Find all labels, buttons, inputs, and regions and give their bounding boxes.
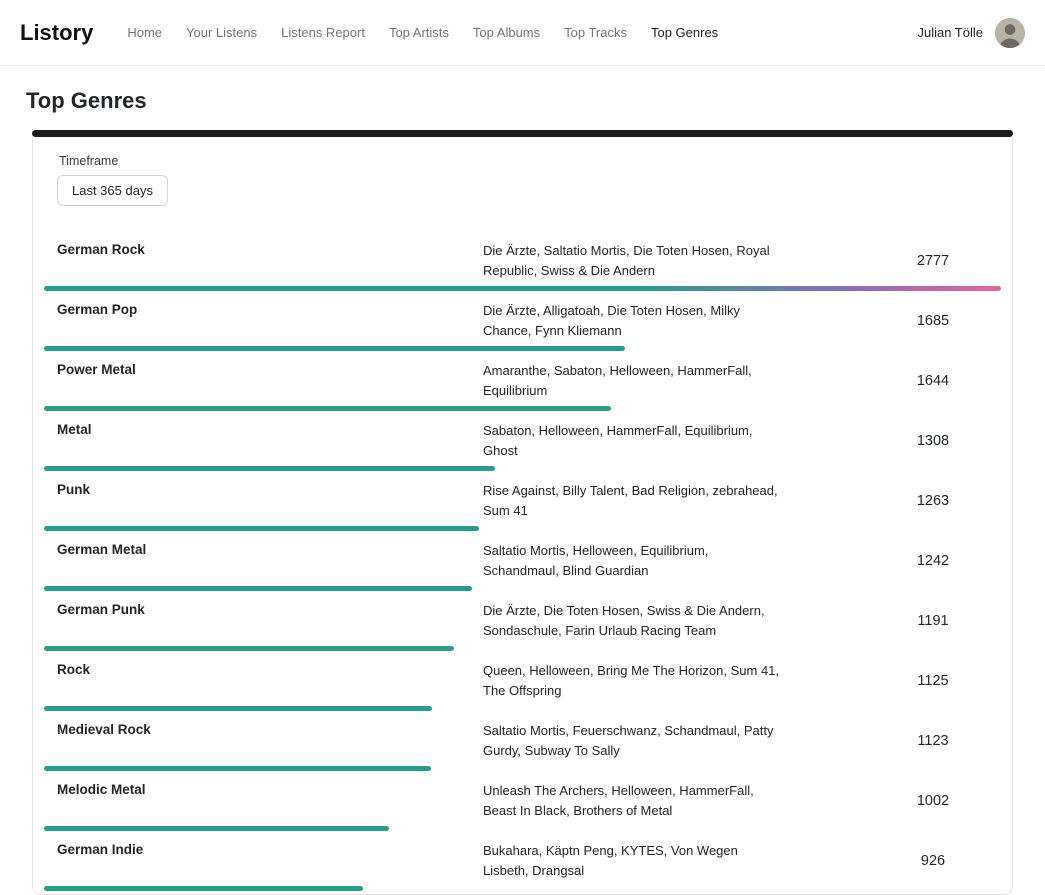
genre-row: German Rock Die Ärzte, Saltatio Mortis, …	[57, 234, 988, 291]
genre-progress-bar	[44, 526, 1001, 531]
timeframe-label: Timeframe	[59, 154, 988, 168]
genre-progress-bar	[44, 586, 1001, 591]
person-icon	[995, 18, 1025, 48]
genre-artists: Rise Against, Billy Talent, Bad Religion…	[483, 481, 785, 521]
genre-progress-bar	[44, 286, 1001, 291]
genre-row: Metal Sabaton, Helloween, HammerFall, Eq…	[57, 414, 988, 471]
genre-artists: Die Ärzte, Saltatio Mortis, Die Toten Ho…	[483, 241, 785, 281]
genre-progress-fill	[44, 466, 495, 471]
genre-name: Metal	[57, 421, 483, 437]
genre-name: Melodic Metal	[57, 781, 483, 797]
genre-progress-fill	[44, 526, 479, 531]
nav-link-top-artists[interactable]: Top Artists	[377, 17, 461, 48]
genre-artists: Die Ärzte, Alligatoah, Die Toten Hosen, …	[483, 301, 785, 341]
genre-list: German Rock Die Ärzte, Saltatio Mortis, …	[57, 234, 988, 891]
genre-progress-bar	[44, 406, 1001, 411]
genre-progress-fill	[44, 766, 431, 771]
card-top-bar	[32, 130, 1013, 137]
genre-count: 1242	[878, 553, 988, 569]
genre-progress-fill	[44, 586, 472, 591]
genre-name: German Pop	[57, 301, 483, 317]
genres-card: Timeframe Last 365 days German Rock Die …	[32, 130, 1013, 895]
nav-link-top-genres[interactable]: Top Genres	[639, 17, 730, 48]
genre-progress-bar	[44, 646, 1001, 651]
timeframe-select[interactable]: Last 365 days	[57, 175, 168, 206]
genre-name: German Rock	[57, 241, 483, 257]
genre-artists: Amaranthe, Sabaton, Helloween, HammerFal…	[483, 361, 785, 401]
genre-row: German Pop Die Ärzte, Alligatoah, Die To…	[57, 294, 988, 351]
genre-count: 1308	[878, 433, 988, 449]
genre-name: Power Metal	[57, 361, 483, 377]
genre-count: 1002	[878, 793, 988, 809]
genre-count: 1685	[878, 313, 988, 329]
nav-link-top-tracks[interactable]: Top Tracks	[552, 17, 639, 48]
genre-artists: Queen, Helloween, Bring Me The Horizon, …	[483, 661, 785, 701]
nav-link-listens-report[interactable]: Listens Report	[269, 17, 377, 48]
user-area: Julian Tölle	[917, 18, 1025, 48]
genre-progress-fill	[44, 886, 363, 891]
genre-row: Medieval Rock Saltatio Mortis, Feuerschw…	[57, 714, 988, 771]
user-name[interactable]: Julian Tölle	[917, 25, 983, 40]
genre-row: Melodic Metal Unleash The Archers, Hello…	[57, 774, 988, 831]
genre-count: 1123	[878, 733, 988, 749]
genre-count: 2777	[878, 253, 988, 269]
genre-count: 1644	[878, 373, 988, 389]
genre-row: German Punk Die Ärzte, Die Toten Hosen, …	[57, 594, 988, 651]
genre-progress-fill	[44, 706, 432, 711]
genre-progress-bar	[44, 826, 1001, 831]
genre-count: 1125	[878, 673, 988, 689]
genre-artists: Saltatio Mortis, Helloween, Equilibrium,…	[483, 541, 785, 581]
genre-artists: Die Ärzte, Die Toten Hosen, Swiss & Die …	[483, 601, 785, 641]
genre-progress-fill	[44, 646, 454, 651]
genre-progress-bar	[44, 346, 1001, 351]
genre-name: Medieval Rock	[57, 721, 483, 737]
genre-artists: Bukahara, Käptn Peng, KYTES, Von Wegen L…	[483, 841, 785, 881]
top-navbar: Listory HomeYour ListensListens ReportTo…	[0, 0, 1045, 66]
genre-count: 926	[878, 853, 988, 869]
genre-name: Punk	[57, 481, 483, 497]
genre-artists: Sabaton, Helloween, HammerFall, Equilibr…	[483, 421, 785, 461]
genre-progress-fill	[44, 346, 625, 351]
genre-artists: Saltatio Mortis, Feuerschwanz, Schandmau…	[483, 721, 785, 761]
genre-name: German Indie	[57, 841, 483, 857]
genre-progress-bar	[44, 706, 1001, 711]
genre-row: Punk Rise Against, Billy Talent, Bad Rel…	[57, 474, 988, 531]
nav-link-home[interactable]: Home	[115, 17, 174, 48]
genre-name: Rock	[57, 661, 483, 677]
genre-progress-bar	[44, 766, 1001, 771]
genre-artists: Unleash The Archers, Helloween, HammerFa…	[483, 781, 785, 821]
genre-name: German Punk	[57, 601, 483, 617]
page-title: Top Genres	[26, 88, 1019, 114]
genre-progress-fill	[44, 286, 1001, 291]
genre-name: German Metal	[57, 541, 483, 557]
genre-progress-bar	[44, 466, 1001, 471]
genre-row: German Indie Bukahara, Käptn Peng, KYTES…	[57, 834, 988, 891]
genre-row: Power Metal Amaranthe, Sabaton, Hellowee…	[57, 354, 988, 411]
nav-link-top-albums[interactable]: Top Albums	[461, 17, 552, 48]
genre-progress-fill	[44, 826, 389, 831]
genre-row: Rock Queen, Helloween, Bring Me The Hori…	[57, 654, 988, 711]
main-nav: HomeYour ListensListens ReportTop Artist…	[115, 17, 917, 48]
genre-row: German Metal Saltatio Mortis, Helloween,…	[57, 534, 988, 591]
genre-progress-bar	[44, 886, 1001, 891]
genre-count: 1263	[878, 493, 988, 509]
user-avatar[interactable]	[995, 18, 1025, 48]
genre-count: 1191	[878, 613, 988, 629]
brand-logo[interactable]: Listory	[20, 20, 93, 46]
genre-progress-fill	[44, 406, 611, 411]
nav-link-your-listens[interactable]: Your Listens	[174, 17, 269, 48]
